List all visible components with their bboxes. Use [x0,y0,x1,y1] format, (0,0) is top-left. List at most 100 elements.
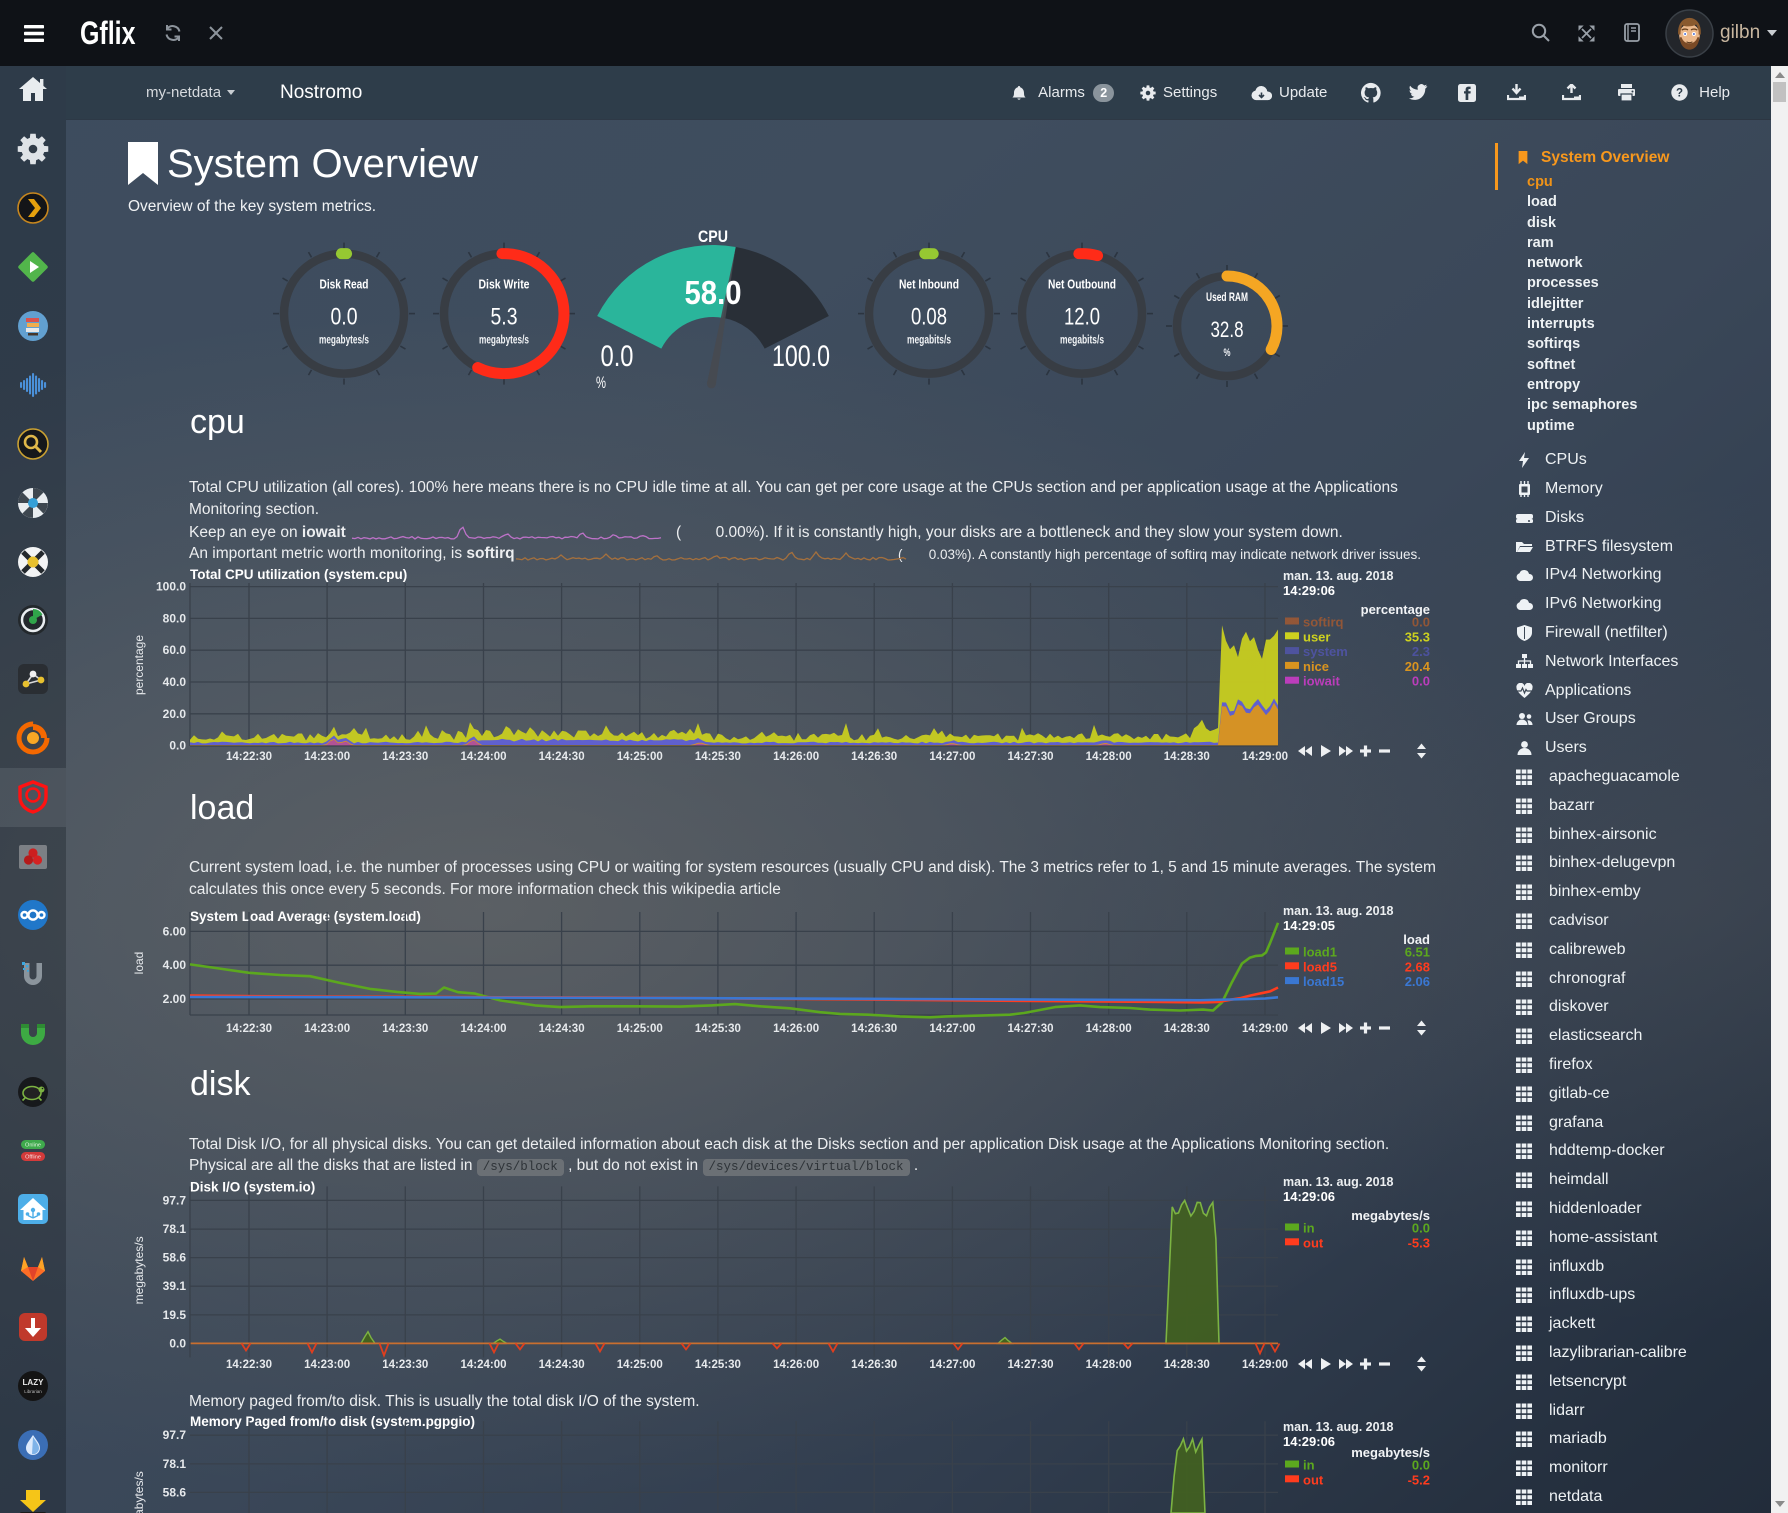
svg-text:97.7: 97.7 [163,1428,187,1442]
svg-text:14:22:30: 14:22:30 [226,751,272,763]
svg-text:softirq: softirq [1303,615,1344,630]
svg-text:14:29:00: 14:29:00 [1242,1023,1288,1035]
svg-text:0.0: 0.0 [169,739,186,753]
svg-text:4.00: 4.00 [163,958,187,972]
svg-text:2.06: 2.06 [1405,974,1430,989]
svg-text:78.1: 78.1 [163,1222,187,1236]
svg-text:0.0: 0.0 [1412,615,1430,630]
svg-text:14:26:00: 14:26:00 [773,1023,819,1035]
svg-text:14:25:00: 14:25:00 [617,751,663,763]
svg-text:load15: load15 [1303,974,1344,989]
svg-text:Total CPU utilization (system.: Total CPU utilization (system.cpu) [190,567,407,582]
svg-text:14:29:00: 14:29:00 [1242,751,1288,763]
svg-text:14:28:00: 14:28:00 [1086,1023,1132,1035]
svg-text:14:27:30: 14:27:30 [1007,1023,1053,1035]
svg-text:14:22:30: 14:22:30 [226,1023,272,1035]
svg-text:14:26:30: 14:26:30 [851,751,897,763]
svg-text:megabytes/s: megabytes/s [132,1471,146,1513]
svg-text:man. 13. aug. 2018: man. 13. aug. 2018 [1283,904,1394,918]
svg-text:14:28:30: 14:28:30 [1164,1359,1210,1371]
svg-text:14:27:00: 14:27:00 [929,1023,975,1035]
svg-text:14:28:00: 14:28:00 [1086,1359,1132,1371]
svg-text:man. 13. aug. 2018: man. 13. aug. 2018 [1283,1175,1394,1189]
svg-text:system: system [1303,644,1348,659]
svg-text:in: in [1303,1221,1315,1236]
svg-text:58.6: 58.6 [163,1251,187,1265]
svg-text:14:29:06: 14:29:06 [1283,1189,1335,1204]
svg-text:14:24:30: 14:24:30 [539,751,585,763]
svg-text:14:25:30: 14:25:30 [695,751,741,763]
svg-text:14:27:30: 14:27:30 [1007,1359,1053,1371]
svg-text:Librarian: Librarian [24,1389,42,1394]
svg-text:39.1: 39.1 [163,1279,187,1293]
svg-text:megabytes/s: megabytes/s [132,1236,146,1304]
svg-text:20.0: 20.0 [163,707,187,721]
svg-text:iowait: iowait [1303,674,1341,689]
svg-text:14:23:30: 14:23:30 [382,751,428,763]
svg-text:0.0: 0.0 [1412,674,1430,689]
svg-text:14:23:30: 14:23:30 [382,1023,428,1035]
svg-text:58.6: 58.6 [163,1485,187,1499]
svg-text:Online: Online [25,1143,41,1149]
svg-text:14:24:00: 14:24:00 [460,751,506,763]
svg-text:Disk I/O (system.io): Disk I/O (system.io) [190,1179,315,1194]
svg-text:20.4: 20.4 [1405,659,1431,674]
svg-text:14:24:00: 14:24:00 [460,1359,506,1371]
svg-text:14:25:30: 14:25:30 [695,1359,741,1371]
svg-text:2.68: 2.68 [1405,959,1430,974]
svg-text:14:23:00: 14:23:00 [304,1023,350,1035]
svg-text:35.3: 35.3 [1405,629,1430,644]
svg-text:14:29:06: 14:29:06 [1283,583,1335,598]
svg-text:14:27:30: 14:27:30 [1007,751,1053,763]
svg-text:80.0: 80.0 [163,611,187,625]
svg-text:14:22:30: 14:22:30 [226,1359,272,1371]
svg-text:out: out [1303,1472,1324,1487]
svg-text:40.0: 40.0 [163,675,187,689]
svg-text:14:29:00: 14:29:00 [1242,1359,1288,1371]
svg-text:60.0: 60.0 [163,643,187,657]
svg-text:?: ? [1676,88,1683,100]
svg-text:14:28:30: 14:28:30 [1164,751,1210,763]
svg-text:user: user [1303,629,1330,644]
svg-text:-5.2: -5.2 [1408,1472,1430,1487]
svg-text:percentage: percentage [132,635,146,695]
svg-text:0.0: 0.0 [1412,1221,1430,1236]
svg-text:14:23:00: 14:23:00 [304,751,350,763]
svg-text:14:25:00: 14:25:00 [617,1023,663,1035]
svg-text:Memory Paged from/to disk (sys: Memory Paged from/to disk (system.pgpgio… [190,1414,475,1429]
svg-text:14:24:30: 14:24:30 [539,1023,585,1035]
svg-text:Offline: Offline [25,1155,41,1161]
svg-text:14:23:30: 14:23:30 [382,1359,428,1371]
svg-text:97.7: 97.7 [163,1193,187,1207]
svg-text:14:26:30: 14:26:30 [851,1359,897,1371]
svg-text:100.0: 100.0 [156,580,186,594]
svg-text:6.00: 6.00 [163,924,187,938]
svg-text:0.0: 0.0 [169,1336,186,1350]
svg-text:19.5: 19.5 [163,1308,187,1322]
svg-text:LAZY: LAZY [23,1378,45,1387]
svg-text:14:24:00: 14:24:00 [460,1023,506,1035]
svg-text:14:25:00: 14:25:00 [617,1359,663,1371]
svg-text:14:29:05: 14:29:05 [1283,918,1335,933]
svg-text:in: in [1303,1458,1315,1473]
svg-text:load: load [132,952,146,975]
svg-text:out: out [1303,1235,1324,1250]
svg-text:-5.3: -5.3 [1408,1235,1430,1250]
svg-text:System Load Average (system.lo: System Load Average (system.load) [190,909,421,924]
svg-text:14:26:00: 14:26:00 [773,1359,819,1371]
svg-text:14:29:06: 14:29:06 [1283,1434,1335,1449]
svg-text:2.3: 2.3 [1412,644,1430,659]
svg-text:load5: load5 [1303,959,1337,974]
svg-text:14:23:00: 14:23:00 [304,1359,350,1371]
svg-text:14:26:30: 14:26:30 [851,1023,897,1035]
svg-text:0.0: 0.0 [1412,1458,1430,1473]
svg-text:14:27:00: 14:27:00 [929,751,975,763]
svg-text:14:25:30: 14:25:30 [695,1023,741,1035]
svg-text:14:26:00: 14:26:00 [773,751,819,763]
svg-text:14:24:30: 14:24:30 [539,1359,585,1371]
svg-text:14:28:30: 14:28:30 [1164,1023,1210,1035]
svg-text:14:28:00: 14:28:00 [1086,751,1132,763]
svg-text:load1: load1 [1303,945,1337,960]
svg-text:6.51: 6.51 [1405,945,1430,960]
svg-text:man. 13. aug. 2018: man. 13. aug. 2018 [1283,1420,1394,1434]
